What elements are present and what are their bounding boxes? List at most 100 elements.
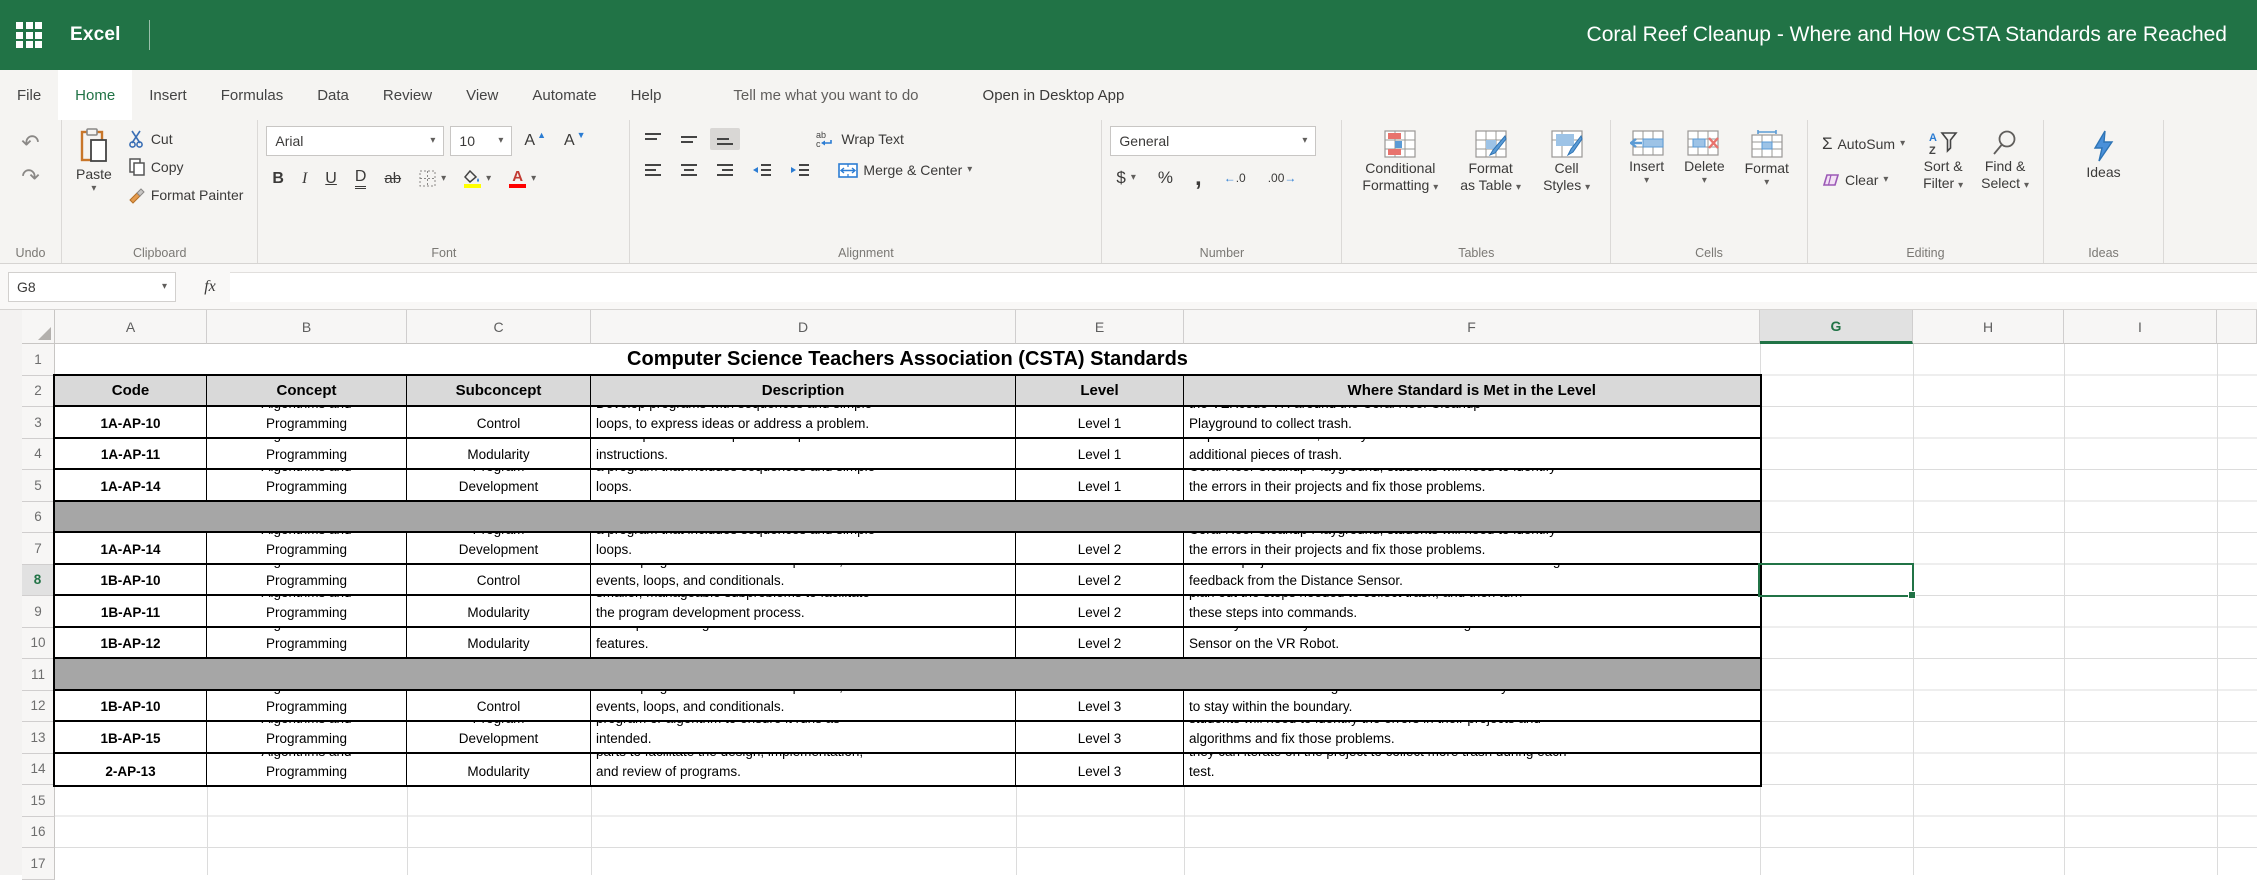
cell-concept[interactable]: Algorithms andProgramming	[207, 754, 407, 786]
font-size-dropdown[interactable]: 10 ▾	[450, 126, 512, 156]
cell-level[interactable]: Level 2	[1016, 533, 1184, 563]
cell-where[interactable]: collects trash while using feedback from…	[1184, 691, 1760, 721]
header-where[interactable]: Where Standard is Met in the Level	[1184, 376, 1760, 406]
comma-button[interactable]: ,	[1189, 169, 1208, 187]
cell-level[interactable]: Level 2	[1016, 628, 1184, 658]
cell-code[interactable]: 1B-AP-10	[55, 691, 207, 721]
tab-view[interactable]: View	[449, 70, 515, 120]
header-subconcept[interactable]: Subconcept	[407, 376, 591, 406]
clear-button[interactable]: Clear ▾	[1816, 168, 1911, 192]
name-box[interactable]: G8 ▾	[8, 272, 176, 302]
cell-where[interactable]: plan out the steps needed to collect tra…	[1184, 596, 1760, 626]
cell-subconcept[interactable]: Control	[407, 565, 591, 595]
tab-data[interactable]: Data	[300, 70, 366, 120]
cell-where[interactable]: create a project where the VR Robot coll…	[1184, 565, 1760, 595]
cell-description[interactable]: Create programs that include sequences,e…	[591, 565, 1016, 595]
autosum-button[interactable]: Σ AutoSum ▾	[1816, 130, 1911, 158]
cell-code[interactable]: 1A-AP-10	[55, 407, 207, 437]
cell-where[interactable]: students will need to identify the error…	[1184, 722, 1760, 752]
double-underline-button[interactable]: D	[349, 164, 373, 193]
decrease-font-button[interactable]: A▼	[558, 128, 592, 154]
redo-icon[interactable]: ↷	[15, 160, 45, 194]
italic-button[interactable]: I	[296, 166, 313, 192]
currency-button[interactable]: $▾	[1110, 164, 1142, 192]
paste-button[interactable]: Paste ▾	[70, 126, 118, 241]
row-header-2[interactable]: 2	[22, 376, 55, 408]
decrease-indent-button[interactable]	[746, 159, 778, 181]
cell-description[interactable]: a program that includes sequences and si…	[591, 533, 1016, 563]
align-right-button[interactable]	[710, 159, 740, 181]
cell-subconcept[interactable]: ProgramDevelopment	[407, 722, 591, 752]
font-color-button[interactable]: A ▾	[503, 166, 542, 192]
separator-row[interactable]	[55, 659, 1760, 691]
number-format-dropdown[interactable]: General ▾	[1110, 126, 1316, 156]
copy-button[interactable]: Copy	[122, 154, 250, 180]
cell-level[interactable]: Level 2	[1016, 596, 1184, 626]
underline-button[interactable]: U	[319, 166, 343, 192]
cell-description[interactable]: parts to facilitate the design, implemen…	[591, 754, 1016, 786]
tab-help[interactable]: Help	[614, 70, 679, 120]
cell-where[interactable]: loops into commands, as they drive the V…	[1184, 439, 1760, 469]
column-header-partial[interactable]	[2217, 310, 2257, 344]
format-as-table-button[interactable]: Formatas Table ▾	[1454, 126, 1527, 241]
tab-file[interactable]: File	[0, 70, 58, 120]
header-code[interactable]: Code	[55, 376, 207, 406]
row-header-10[interactable]: 10	[22, 628, 55, 660]
find-select-button[interactable]: Find &Select ▾	[1975, 126, 2035, 241]
document-title[interactable]: Coral Reef Cleanup - Where and How CSTA …	[1587, 0, 2227, 70]
fill-handle[interactable]	[1908, 591, 1916, 599]
cell-level[interactable]: Level 1	[1016, 439, 1184, 469]
open-in-desktop-button[interactable]: Open in Desktop App	[966, 70, 1142, 120]
tab-formulas[interactable]: Formulas	[204, 70, 301, 120]
selected-cell-g8[interactable]	[1758, 563, 1914, 597]
cell-concept[interactable]: Algorithms andProgramming	[207, 565, 407, 595]
cell-description[interactable]: program or algorithm to ensure it runs a…	[591, 722, 1016, 752]
header-concept[interactable]: Concept	[207, 376, 407, 406]
percent-button[interactable]: %	[1152, 164, 1179, 192]
tell-me-box[interactable]: Tell me what you want to do	[716, 70, 935, 120]
cell-where[interactable]: Coral Reef Cleanup Playground, students …	[1184, 470, 1760, 500]
undo-icon[interactable]: ↶	[15, 126, 45, 160]
sort-filter-button[interactable]: AZ Sort &Filter ▾	[1917, 126, 1969, 241]
row-header-14[interactable]: 14	[22, 754, 55, 786]
cell-level[interactable]: Level 3	[1016, 691, 1184, 721]
cell-subconcept[interactable]: Modularity	[407, 596, 591, 626]
cell-subconcept[interactable]: Modularity	[407, 754, 591, 786]
cell-concept[interactable]: Algorithms andProgramming	[207, 407, 407, 437]
cell-concept[interactable]: Algorithms andProgramming	[207, 596, 407, 626]
row-header-8[interactable]: 8	[22, 565, 55, 597]
cell-subconcept[interactable]: Control	[407, 407, 591, 437]
column-header-f[interactable]: F	[1184, 310, 1760, 344]
cell-description[interactable]: develop something new or add more advanc…	[591, 628, 1016, 658]
cell-concept[interactable]: Algorithms andProgramming	[207, 439, 407, 469]
cell-code[interactable]: 1B-AP-12	[55, 628, 207, 658]
cell-concept[interactable]: Algorithms andProgramming	[207, 691, 407, 721]
strikethrough-button[interactable]: ab	[378, 166, 407, 191]
align-top-button[interactable]	[638, 128, 668, 150]
cell-code[interactable]: 1A-AP-14	[55, 533, 207, 563]
cell-code[interactable]: 1A-AP-11	[55, 439, 207, 469]
cell-subconcept[interactable]: Modularity	[407, 439, 591, 469]
column-header-g[interactable]: G	[1760, 310, 1913, 344]
fx-icon[interactable]: fx	[190, 272, 230, 302]
format-painter-button[interactable]: Format Painter	[122, 182, 250, 208]
tab-home[interactable]: Home	[58, 70, 132, 120]
cell-code[interactable]: 1B-AP-15	[55, 722, 207, 752]
borders-button[interactable]: ▾	[413, 166, 452, 191]
tab-insert[interactable]: Insert	[132, 70, 204, 120]
column-header-b[interactable]: B	[207, 310, 407, 344]
cell-concept[interactable]: Algorithms andProgramming	[207, 628, 407, 658]
separator-row[interactable]	[55, 502, 1760, 534]
cell-styles-button[interactable]: CellStyles ▾	[1537, 126, 1596, 241]
row-header-13[interactable]: 13	[22, 722, 55, 754]
insert-cells-button[interactable]: Insert ▾	[1623, 126, 1670, 241]
select-all-corner[interactable]	[22, 310, 55, 344]
increase-indent-button[interactable]	[784, 159, 816, 181]
header-level[interactable]: Level	[1016, 376, 1184, 406]
conditional-formatting-button[interactable]: ConditionalFormatting ▾	[1356, 126, 1444, 241]
column-header-d[interactable]: D	[591, 310, 1016, 344]
cut-button[interactable]: Cut	[122, 126, 250, 152]
cell-where[interactable]: that they can modify to collect more tra…	[1184, 628, 1760, 658]
cell-level[interactable]: Level 1	[1016, 407, 1184, 437]
wrap-text-button[interactable]: abc Wrap Text	[810, 126, 910, 152]
